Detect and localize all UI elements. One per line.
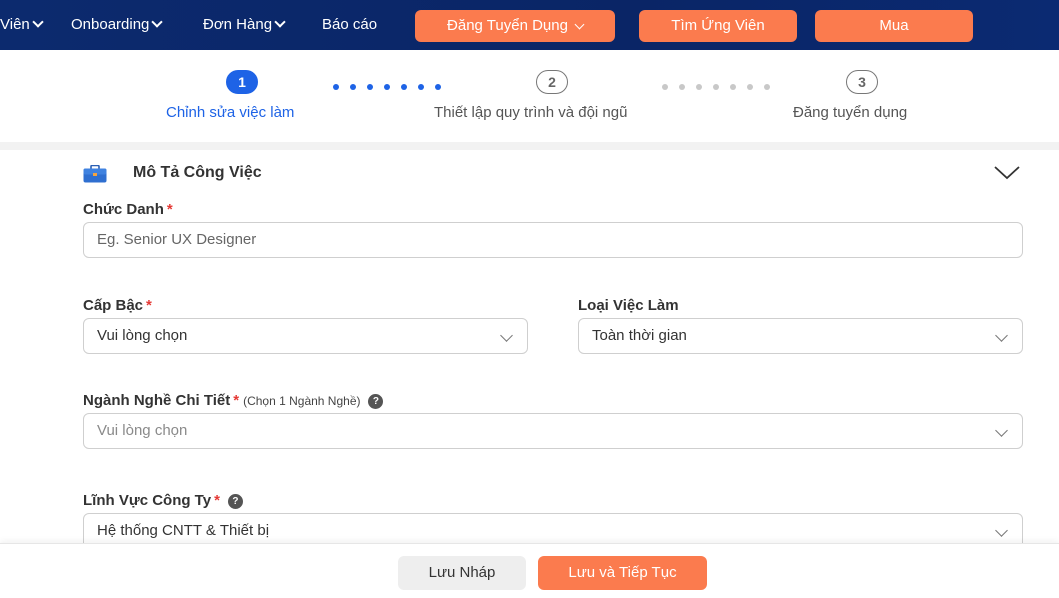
- job-title-input[interactable]: Eg. Senior UX Designer: [83, 222, 1023, 258]
- nav-link-candidates[interactable]: Viên: [0, 0, 44, 50]
- chevron-down-icon: [151, 16, 164, 28]
- collapse-chevron-icon[interactable]: [994, 166, 1020, 180]
- step-2-label[interactable]: Thiết lập quy trình và đội ngũ: [434, 104, 627, 121]
- progress-stepper: 1 2 3 Chỉnh sửa việc làm Thiết lập quy t…: [0, 50, 1059, 142]
- job-title-label-text: Chức Danh: [83, 201, 164, 218]
- find-candidates-button[interactable]: Tìm Ứng Viên: [639, 10, 797, 42]
- chevron-down-icon: [995, 329, 1008, 342]
- help-icon[interactable]: ?: [227, 494, 243, 509]
- required-marker: *: [214, 492, 220, 509]
- post-job-button[interactable]: Đăng Tuyển Dụng: [415, 10, 615, 42]
- job-type-select-value: Toàn thời gian: [592, 327, 687, 344]
- nav-link-onboarding[interactable]: Onboarding: [71, 0, 164, 50]
- nav-link-label: Onboarding: [71, 16, 150, 33]
- job-title-label: Chức Danh *: [83, 201, 173, 218]
- save-draft-button[interactable]: Lưu Nháp: [398, 556, 526, 590]
- chevron-down-icon: [32, 16, 44, 28]
- post-job-label: Đăng Tuyển Dụng: [447, 17, 568, 34]
- chevron-down-icon: [995, 424, 1008, 437]
- help-icon[interactable]: ?: [368, 394, 384, 409]
- bottom-action-bar: Lưu Nháp Lưu và Tiếp Tục: [0, 543, 1059, 598]
- step-1-number: 1: [226, 70, 258, 94]
- buy-label: Mua: [879, 17, 909, 34]
- nav-link-label: Đơn Hàng: [203, 16, 273, 33]
- job-title-placeholder: Eg. Senior UX Designer: [97, 231, 257, 248]
- level-label-text: Cấp Bậc: [83, 297, 144, 314]
- nav-link-label: Báo cáo: [322, 16, 378, 33]
- top-navbar: Viên Onboarding Đơn Hàng Báo cáo Đăng Tu…: [0, 0, 1059, 50]
- company-field-select-value: Hệ thống CNTT & Thiết bị: [97, 522, 270, 539]
- industry-select-value: Vui lòng chọn: [97, 422, 188, 439]
- level-select-value: Vui lòng chọn: [97, 327, 188, 344]
- section-divider: [0, 142, 1059, 150]
- step-connector-1: [333, 84, 441, 90]
- industry-label-text: Ngành Nghề Chi Tiết: [83, 392, 231, 409]
- chevron-down-icon: [995, 524, 1008, 537]
- chevron-down-icon: [500, 329, 513, 342]
- find-candidates-label: Tìm Ứng Viên: [671, 17, 765, 34]
- required-marker: *: [146, 297, 152, 314]
- section-title: Mô Tả Công Việc: [133, 164, 262, 181]
- briefcase-icon: [83, 165, 107, 183]
- step-connector-2: [662, 84, 770, 90]
- nav-link-reports[interactable]: Báo cáo: [322, 0, 377, 50]
- step-3-label[interactable]: Đăng tuyển dụng: [793, 104, 907, 121]
- chevron-down-icon: [574, 19, 585, 30]
- step-2-number: 2: [536, 70, 568, 94]
- level-label: Cấp Bậc *: [83, 297, 152, 314]
- required-marker: *: [166, 201, 173, 218]
- company-field-label: Lĩnh Vực Công Ty *?: [83, 492, 243, 510]
- step-1-label[interactable]: Chỉnh sửa việc làm: [166, 104, 294, 121]
- job-type-label-text: Loại Việc Làm: [578, 297, 679, 314]
- level-select[interactable]: Vui lòng chọn: [83, 318, 528, 354]
- chevron-down-icon: [274, 16, 286, 28]
- job-type-label: Loại Việc Làm: [578, 297, 679, 314]
- nav-link-label: Viên: [0, 16, 30, 33]
- buy-button[interactable]: Mua: [815, 10, 973, 42]
- required-marker: *: [233, 392, 240, 409]
- nav-link-orders[interactable]: Đơn Hàng: [203, 0, 286, 50]
- industry-select[interactable]: Vui lòng chọn: [83, 413, 1023, 449]
- job-type-select[interactable]: Toàn thời gian: [578, 318, 1023, 354]
- industry-hint: (Chọn 1 Ngành Nghề): [243, 394, 361, 408]
- company-field-label-text: Lĩnh Vực Công Ty: [83, 492, 212, 509]
- industry-label: Ngành Nghề Chi Tiết * (Chọn 1 Ngành Nghề)?: [83, 392, 384, 410]
- save-continue-button[interactable]: Lưu và Tiếp Tục: [538, 556, 707, 590]
- step-3-number: 3: [846, 70, 878, 94]
